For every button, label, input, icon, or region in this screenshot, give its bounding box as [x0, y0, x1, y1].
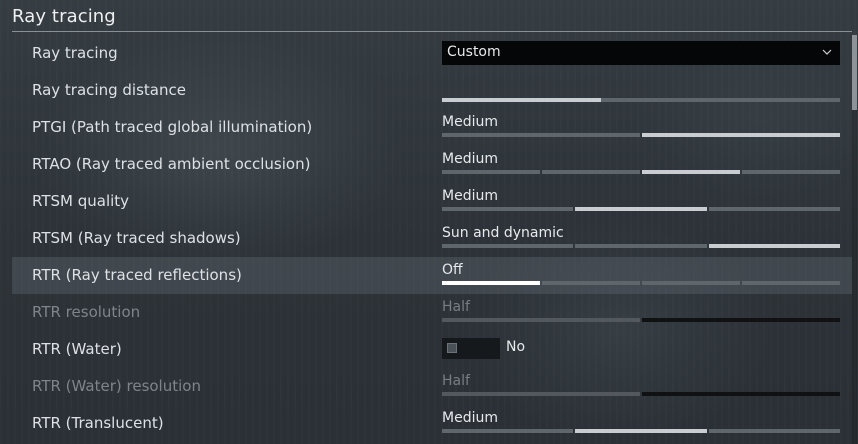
- slider-segment: [742, 170, 840, 174]
- slider-segment: [442, 392, 640, 396]
- setting-row-rtsm: RTSM (Ray traced shadows) Sun and dynami…: [12, 220, 852, 257]
- slider-segment: [708, 207, 840, 211]
- setting-value: Sun and dynamic: [442, 225, 564, 241]
- setting-row-rtsm-quality: RTSM quality Medium: [12, 183, 852, 220]
- setting-value: Medium: [442, 188, 498, 204]
- setting-row-rtr-translucent: RTR (Translucent) Medium: [12, 405, 852, 442]
- slider-segment: [642, 133, 840, 137]
- setting-value: Off: [442, 262, 463, 278]
- slider-segment: [708, 244, 840, 248]
- slider-segment: [542, 281, 640, 285]
- setting-value: Medium: [442, 114, 498, 130]
- ptgi-option-slider[interactable]: [442, 133, 840, 137]
- dropdown-value: Custom: [447, 44, 501, 60]
- slider-segment: [442, 429, 574, 433]
- slider-segment: [442, 207, 574, 211]
- slider-segment: [575, 207, 707, 211]
- setting-control: Off: [442, 257, 840, 294]
- slider-segment: [442, 244, 574, 248]
- setting-control: Custom: [442, 35, 840, 72]
- setting-row-ptgi: PTGI (Path traced global illumination) M…: [12, 109, 852, 146]
- setting-label: RTR (Ray traced reflections): [32, 266, 242, 284]
- setting-label: PTGI (Path traced global illumination): [32, 118, 313, 136]
- slider-segment: [442, 318, 640, 322]
- slider-segment: [442, 281, 540, 285]
- ray-tracing-distance-slider[interactable]: [442, 98, 840, 102]
- slider-segment: [642, 170, 740, 174]
- toggle-value: No: [506, 339, 526, 355]
- slider-segment: [642, 318, 840, 322]
- slider-segment: [542, 170, 640, 174]
- setting-value: Medium: [442, 410, 498, 426]
- setting-row-ray-tracing: Ray tracing Custom: [12, 35, 852, 72]
- setting-control: Medium: [442, 146, 840, 183]
- rtr-water-toggle[interactable]: [442, 338, 500, 359]
- rtr-option-slider[interactable]: [442, 281, 840, 285]
- setting-row-rtr-resolution: RTR resolution Half: [12, 294, 852, 331]
- setting-control: Half: [442, 368, 840, 405]
- scrollbar-thumb[interactable]: [852, 35, 857, 110]
- ray-tracing-dropdown[interactable]: Custom: [442, 41, 840, 65]
- setting-row-ray-tracing-distance: Ray tracing distance: [12, 72, 852, 109]
- setting-label: RTSM quality: [32, 192, 130, 210]
- rtr-water-resolution-option-slider: [442, 392, 840, 396]
- setting-label: RTR (Translucent): [32, 414, 164, 432]
- rtsm-quality-option-slider[interactable]: [442, 207, 840, 211]
- section-divider: [12, 31, 852, 32]
- scrollbar[interactable]: [852, 35, 857, 444]
- setting-control: Medium: [442, 405, 840, 442]
- setting-label: RTR (Water) resolution: [32, 377, 201, 395]
- setting-label: Ray tracing: [32, 44, 118, 62]
- rtsm-option-slider[interactable]: [442, 244, 840, 248]
- setting-row-rtr[interactable]: RTR (Ray traced reflections) Off: [12, 257, 852, 294]
- slider-segment: [642, 281, 740, 285]
- slider-segment: [442, 170, 540, 174]
- setting-control: Medium: [442, 183, 840, 220]
- slider-segment: [442, 133, 640, 137]
- setting-value: Half: [442, 373, 470, 389]
- setting-control: [442, 72, 840, 109]
- setting-control: Medium: [442, 109, 840, 146]
- setting-control: Half: [442, 294, 840, 331]
- setting-control: No: [442, 331, 840, 368]
- setting-label: RTAO (Ray traced ambient occlusion): [32, 155, 311, 173]
- section-title: Ray tracing: [12, 6, 116, 27]
- setting-row-rtao: RTAO (Ray traced ambient occlusion) Medi…: [12, 146, 852, 183]
- slider-segment: [575, 244, 707, 248]
- setting-control: Sun and dynamic: [442, 220, 840, 257]
- rtr-resolution-option-slider: [442, 318, 840, 322]
- setting-row-rtr-water-resolution: RTR (Water) resolution Half: [12, 368, 852, 405]
- setting-label: RTR resolution: [32, 303, 141, 321]
- setting-value: Medium: [442, 151, 498, 167]
- slider-segment: [642, 392, 840, 396]
- slider-segment: [575, 429, 707, 433]
- settings-list: Ray tracing Custom Ray tracing distance …: [12, 35, 852, 442]
- slider-fill: [442, 98, 602, 102]
- setting-label: RTSM (Ray traced shadows): [32, 229, 241, 247]
- rtao-option-slider[interactable]: [442, 170, 840, 174]
- setting-row-rtr-water: RTR (Water) No: [12, 331, 852, 368]
- slider-segment: [742, 281, 840, 285]
- slider-segment: [708, 429, 840, 433]
- setting-value: Half: [442, 299, 470, 315]
- toggle-knob: [447, 343, 457, 353]
- slider-remaining: [601, 98, 840, 102]
- setting-label: Ray tracing distance: [32, 81, 186, 99]
- chevron-down-icon: [822, 49, 832, 55]
- setting-label: RTR (Water): [32, 340, 122, 358]
- rtr-translucent-option-slider[interactable]: [442, 429, 840, 433]
